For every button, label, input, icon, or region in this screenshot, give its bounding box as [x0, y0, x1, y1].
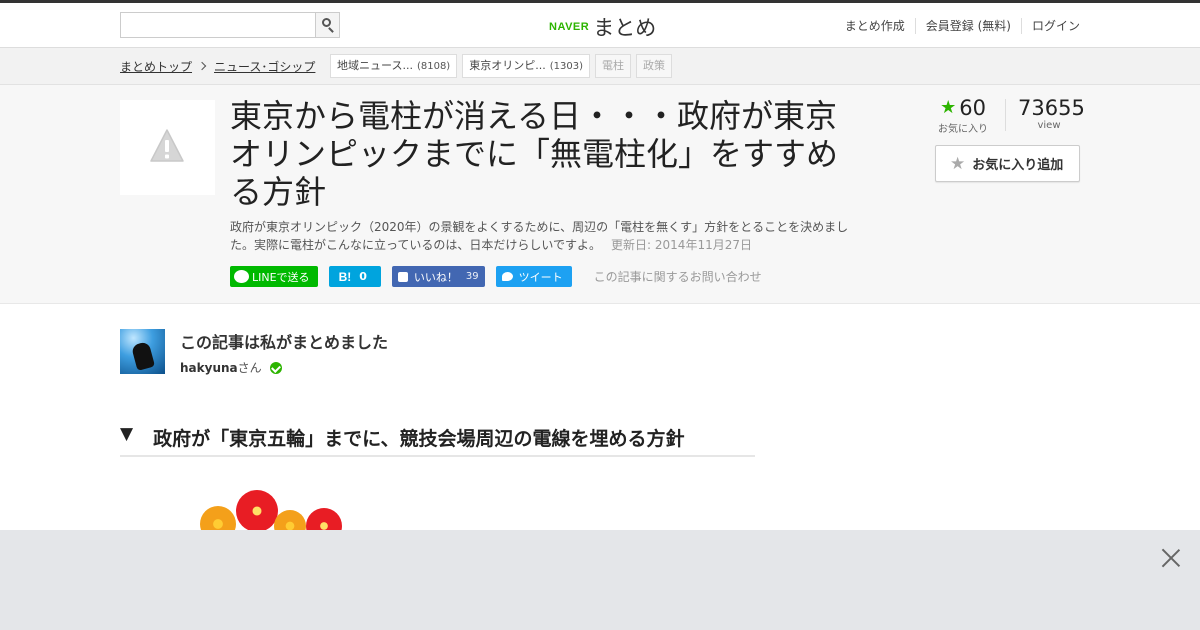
search-input[interactable]	[121, 13, 315, 37]
line-icon	[234, 270, 249, 283]
hatena-count: 0	[359, 270, 367, 283]
favorites-label: お気に入り	[938, 124, 988, 135]
stats-divider	[1005, 99, 1006, 131]
facebook-like-label: いいね！	[413, 270, 458, 284]
author-name[interactable]: hakyuna	[180, 361, 238, 375]
tag-label: 電柱	[601, 59, 624, 72]
bottom-ad-banner	[0, 530, 1200, 630]
article-header: 東京から電柱が消える日・・・政府が東京オリンピックまでに「無電柱化」をすすめる方…	[0, 85, 1200, 304]
tag-list: 地域ニュース... (8108) 東京オリンピ... (1303) 電柱 政策	[330, 54, 677, 78]
facebook-like-button[interactable]: いいね！ 39	[391, 266, 485, 287]
register-link[interactable]: 会員登録 (無料)	[914, 18, 1021, 34]
description-text: 政府が東京オリンピック（2020年）の景観をよくするために、周辺の「電柱を無くす…	[230, 220, 849, 252]
flower-orange	[200, 506, 236, 530]
line-share-button[interactable]: LINEで送る	[230, 266, 318, 287]
breadcrumb-home[interactable]: まとめトップ	[120, 58, 192, 75]
article-thumbnail	[120, 100, 215, 195]
tag-tokyo-olympics[interactable]: 東京オリンピ... (1303)	[462, 54, 590, 78]
tag-label: 地域ニュース...	[337, 59, 413, 72]
section-title: 政府が「東京五輪」までに、競技会場周辺の電線を埋める方針	[153, 428, 685, 450]
verified-check-icon	[269, 361, 282, 374]
logo-matome: まとめ	[593, 16, 657, 40]
breadcrumb-category[interactable]: ニュース･ゴシップ	[214, 58, 315, 75]
favorites-stat: ★ 60 お気に入り	[938, 96, 988, 135]
line-share-label: LINEで送る	[252, 270, 310, 284]
updated-date: 更新日: 2014年11月27日	[611, 238, 752, 252]
tag-label: 政策	[642, 59, 665, 72]
search-box	[120, 12, 340, 38]
views-label: view	[1037, 120, 1061, 131]
flower-red	[306, 508, 342, 530]
tweet-label: ツイート	[518, 270, 563, 284]
tweet-button[interactable]: ツイート	[495, 266, 572, 287]
tag-count: (1303)	[549, 61, 583, 72]
create-matome-link[interactable]: まとめ作成	[835, 18, 915, 34]
article-contact-link[interactable]: この記事に関するお問い合わせ	[594, 268, 762, 285]
tag-label: 東京オリンピ...	[469, 59, 546, 72]
triangle-down-icon: ▼	[120, 424, 134, 444]
tag-regional-news[interactable]: 地域ニュース... (8108)	[330, 54, 458, 78]
share-buttons: LINEで送る B! 0 いいね！ 39 ツイート この記事に関するお問い合わせ	[230, 266, 762, 287]
top-header: NAVER まとめ まとめ作成 会員登録 (無料) ログイン	[0, 0, 1200, 48]
hatena-bookmark-button[interactable]: B! 0	[328, 266, 381, 287]
author-heading: この記事は私がまとめました	[180, 333, 389, 352]
author-name-row: hakyuna さん	[180, 359, 282, 376]
section-heading: ▼ 政府が「東京五輪」までに、競技会場周辺の電線を埋める方針	[120, 424, 755, 457]
close-icon[interactable]	[1161, 548, 1181, 568]
author-avatar[interactable]	[120, 329, 165, 374]
star-outline-icon: ★	[950, 153, 966, 174]
twitter-bird-icon	[501, 272, 513, 281]
search-button[interactable]	[315, 13, 339, 37]
hand-silhouette	[130, 341, 156, 371]
star-icon: ★	[940, 97, 957, 118]
views-stat: 73655 view	[1018, 96, 1085, 131]
author-suffix: さん	[237, 361, 262, 375]
article-description: 政府が東京オリンピック（2020年）の景観をよくするために、周辺の「電柱を無くす…	[230, 218, 850, 254]
add-favorite-label: お気に入り追加	[972, 158, 1064, 173]
flower-red	[236, 490, 278, 530]
tag-policy[interactable]: 政策	[635, 54, 672, 78]
breadcrumb-bar: まとめトップ ニュース･ゴシップ 地域ニュース... (8108) 東京オリンピ.…	[0, 48, 1200, 85]
hatena-icon: B!	[338, 269, 352, 284]
views-count: 73655	[1018, 96, 1085, 120]
naver-matome-logo[interactable]: NAVER まとめ	[549, 14, 656, 40]
header-nav: まとめ作成 会員登録 (無料) ログイン	[835, 18, 1080, 34]
warning-icon	[150, 129, 184, 162]
chevron-right-icon	[197, 61, 207, 71]
facebook-like-count: 39	[465, 271, 479, 282]
login-link[interactable]: ログイン	[1020, 18, 1080, 34]
article-title: 東京から電柱が消える日・・・政府が東京オリンピックまでに「無電柱化」をすすめる方…	[230, 97, 839, 211]
tag-utility-pole[interactable]: 電柱	[594, 54, 631, 78]
tag-count: (8108)	[416, 61, 451, 72]
logo-naver: NAVER	[549, 21, 590, 33]
thumbs-up-icon	[397, 271, 408, 282]
flower-orange	[274, 510, 306, 530]
add-favorite-button[interactable]: ★ お気に入り追加	[935, 145, 1080, 182]
breadcrumb: まとめトップ ニュース･ゴシップ	[120, 58, 315, 75]
article-image-hibiscus	[196, 488, 346, 530]
favorites-count: 60	[959, 96, 986, 120]
